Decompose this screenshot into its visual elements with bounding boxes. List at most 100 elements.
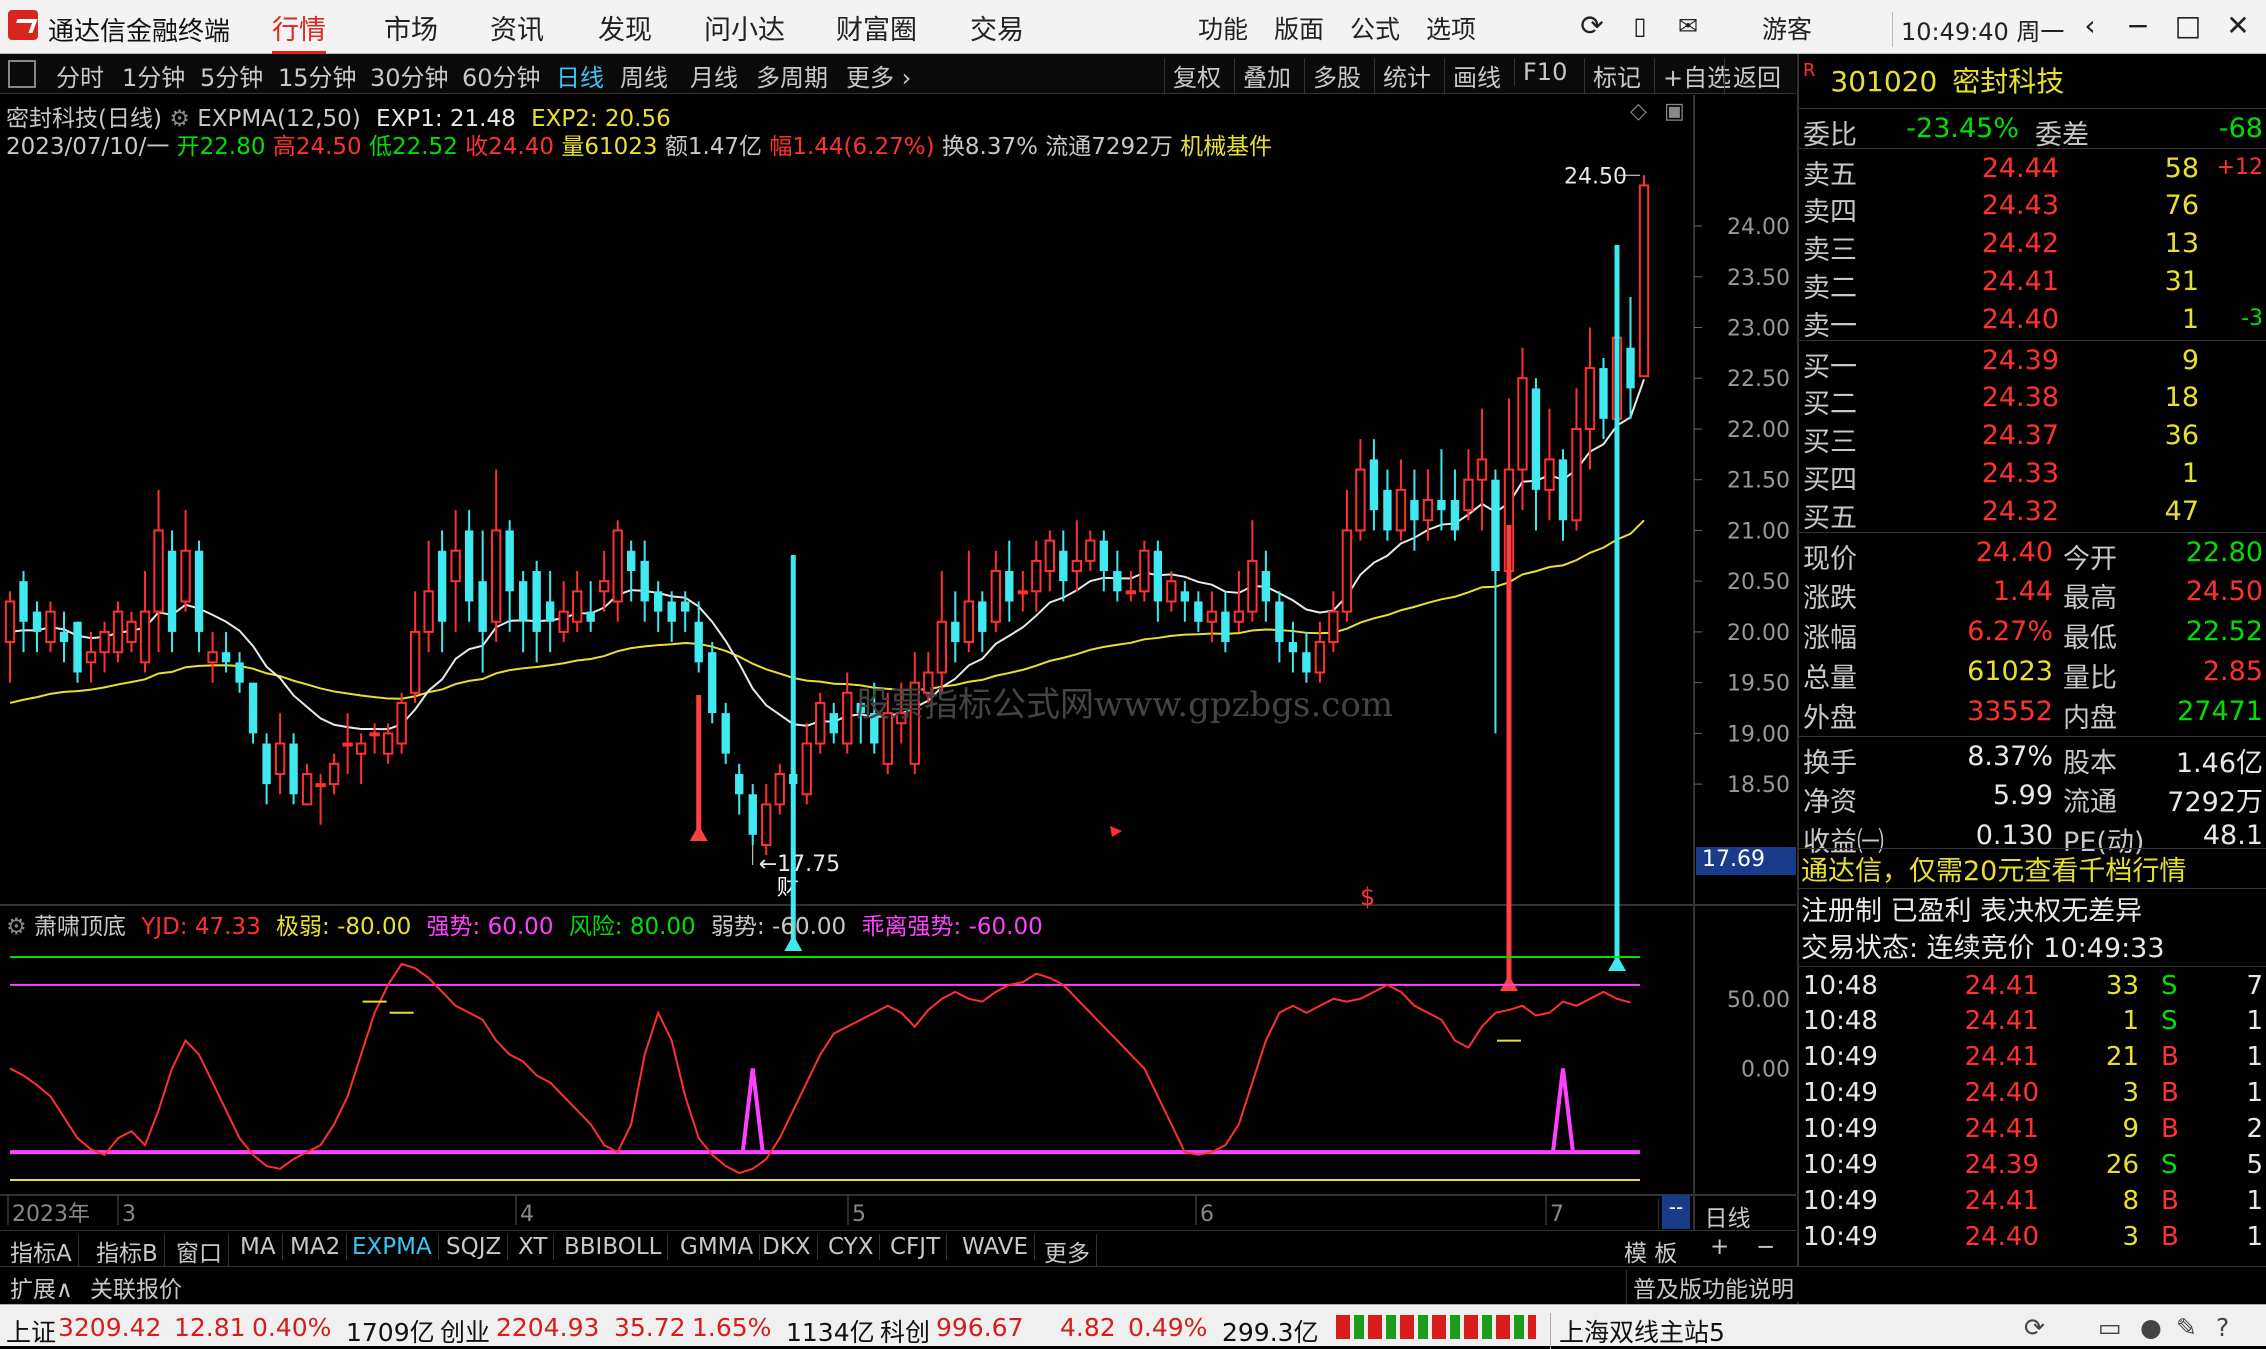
bottom-right-2[interactable]: − bbox=[1756, 1234, 1775, 1260]
candle-body[interactable] bbox=[505, 530, 514, 592]
kc-name[interactable]: 科创 bbox=[880, 1313, 930, 1349]
candle-body[interactable] bbox=[409, 630, 421, 694]
candle-body[interactable] bbox=[437, 550, 447, 622]
tool-8[interactable]: 返回 bbox=[1724, 58, 1781, 93]
candle-body[interactable] bbox=[167, 550, 177, 632]
buy-row-4[interactable]: 买四 24.33 1 bbox=[1799, 454, 2266, 496]
buy-row-3[interactable]: 买三 24.37 36 bbox=[1799, 416, 2266, 458]
candle-body[interactable] bbox=[1476, 458, 1488, 481]
tool-7[interactable]: +自选 bbox=[1654, 58, 1731, 93]
candle-body[interactable] bbox=[126, 620, 137, 644]
candle-body[interactable] bbox=[1531, 388, 1541, 490]
top-nav-4[interactable]: 问小达 bbox=[704, 8, 785, 47]
candle-body[interactable] bbox=[139, 610, 151, 664]
period-tab-0[interactable]: 分时 bbox=[56, 58, 104, 93]
candle-body[interactable] bbox=[1194, 601, 1203, 622]
tools-icon[interactable]: ✎ bbox=[2176, 1313, 2197, 1342]
period-tab-10[interactable]: 更多 › bbox=[846, 58, 911, 93]
candle-body[interactable] bbox=[1113, 571, 1122, 592]
candle-body[interactable] bbox=[545, 601, 555, 622]
ext-tab-1[interactable]: 关联报价 bbox=[90, 1270, 182, 1304]
candle-body[interactable] bbox=[85, 651, 97, 664]
indicator-tab-0[interactable]: 指标A bbox=[10, 1234, 79, 1268]
tool-4[interactable]: 画线 bbox=[1444, 58, 1501, 93]
candle-body[interactable] bbox=[342, 742, 353, 747]
tool-1[interactable]: 叠加 bbox=[1234, 58, 1291, 93]
mail-icon[interactable]: ✉ bbox=[1668, 8, 1708, 44]
period-tab-6[interactable]: 日线 bbox=[556, 58, 604, 93]
candle-body[interactable] bbox=[1584, 367, 1596, 430]
candle-body[interactable] bbox=[1247, 559, 1258, 613]
kline-chart[interactable]: 24.00 23.50 23.00 22.50 22.00 21.50 21.00 20.50… bbox=[0, 95, 1796, 1230]
candle-body[interactable] bbox=[1558, 459, 1568, 521]
candle-body[interactable] bbox=[19, 581, 28, 622]
sell-row-3[interactable]: 卖三 24.42 13 bbox=[1799, 224, 2266, 266]
candle-body[interactable] bbox=[627, 550, 636, 572]
candle-body[interactable] bbox=[708, 652, 717, 714]
candle-body[interactable] bbox=[301, 772, 313, 806]
ext-tab-0[interactable]: 扩展∧ bbox=[10, 1270, 73, 1304]
candle-body[interactable] bbox=[221, 652, 231, 663]
window-icon[interactable]: ▣ bbox=[1664, 99, 1685, 124]
back-icon[interactable]: ‹ bbox=[2070, 8, 2110, 44]
candle-body[interactable] bbox=[99, 630, 110, 654]
sell-row-5[interactable]: 卖五 24.44 58 +12 bbox=[1799, 148, 2266, 191]
tool-3[interactable]: 统计 bbox=[1374, 58, 1431, 93]
indicator-tab-3[interactable]: MA bbox=[240, 1234, 283, 1260]
period-tab-2[interactable]: 5分钟 bbox=[200, 58, 263, 93]
candle-body[interactable] bbox=[815, 701, 826, 745]
candle-body[interactable] bbox=[423, 590, 434, 633]
indicator-tab-6[interactable]: SQJZ bbox=[446, 1234, 509, 1260]
period-tab-5[interactable]: 60分钟 bbox=[462, 58, 541, 93]
candle-body[interactable] bbox=[289, 743, 298, 795]
server-name[interactable]: 上海双线主站5 bbox=[1550, 1313, 1725, 1349]
candle-body[interactable] bbox=[1125, 590, 1137, 595]
tool-5[interactable]: F10 bbox=[1514, 58, 1567, 86]
top-nav-5[interactable]: 财富圈 bbox=[836, 8, 917, 47]
sh-name[interactable]: 上证 bbox=[6, 1313, 56, 1349]
indicator-tab-14[interactable]: 更多 bbox=[1044, 1234, 1097, 1268]
candle-body[interactable] bbox=[194, 550, 204, 632]
candle-body[interactable] bbox=[315, 783, 326, 788]
candle-body[interactable] bbox=[1302, 652, 1311, 673]
indicator-tab-9[interactable]: GMMA bbox=[680, 1234, 761, 1260]
candle-body[interactable] bbox=[612, 529, 623, 603]
candle-body[interactable] bbox=[1275, 601, 1284, 643]
phone-icon[interactable]: ▯ bbox=[1620, 8, 1660, 44]
maximize-icon[interactable]: □ bbox=[2168, 8, 2208, 44]
user-label[interactable]: 游客 bbox=[1762, 10, 1812, 46]
candle-body[interactable] bbox=[328, 762, 340, 786]
grid-icon[interactable] bbox=[8, 60, 36, 88]
candle-body[interactable] bbox=[1288, 642, 1298, 653]
candle-body[interactable] bbox=[598, 580, 610, 593]
candle-body[interactable] bbox=[1437, 500, 1446, 511]
minimize-icon[interactable]: − bbox=[2118, 8, 2158, 44]
indicator-tab-1[interactable]: 指标B bbox=[96, 1234, 165, 1268]
candle-body[interactable] bbox=[936, 620, 947, 674]
candle-body[interactable] bbox=[1341, 529, 1353, 613]
buy-row-2[interactable]: 买二 24.38 18 bbox=[1799, 378, 2266, 420]
candle-body[interactable] bbox=[153, 529, 164, 613]
candle-body[interactable] bbox=[1328, 610, 1339, 644]
candle-body[interactable] bbox=[32, 611, 42, 632]
candle-body[interactable] bbox=[369, 732, 380, 737]
top-menu-3[interactable]: 选项 bbox=[1426, 10, 1476, 46]
period-tab-1[interactable]: 1分钟 bbox=[122, 58, 185, 93]
candle-body[interactable] bbox=[1410, 500, 1419, 521]
tool-6[interactable]: 标记 bbox=[1584, 58, 1641, 93]
sell-row-1[interactable]: 卖一 24.40 1 -3 bbox=[1799, 300, 2266, 342]
period-tab-7[interactable]: 周线 bbox=[620, 58, 668, 93]
candle-body[interactable] bbox=[681, 601, 690, 612]
candle-body[interactable] bbox=[1450, 500, 1460, 531]
indicator-tab-2[interactable]: 窗口 bbox=[176, 1234, 229, 1268]
candle-body[interactable] bbox=[4, 600, 16, 644]
refresh-icon[interactable]: ⟳ bbox=[1572, 8, 1612, 44]
candle-body[interactable] bbox=[748, 794, 757, 835]
candle-body[interactable] bbox=[667, 601, 676, 622]
candle-body[interactable] bbox=[761, 803, 772, 846]
candle-body[interactable] bbox=[978, 601, 987, 632]
candle-body[interactable] bbox=[1314, 641, 1326, 674]
candle-body[interactable] bbox=[1071, 559, 1083, 573]
candle-body[interactable] bbox=[951, 621, 960, 643]
candle-body[interactable] bbox=[694, 621, 703, 663]
